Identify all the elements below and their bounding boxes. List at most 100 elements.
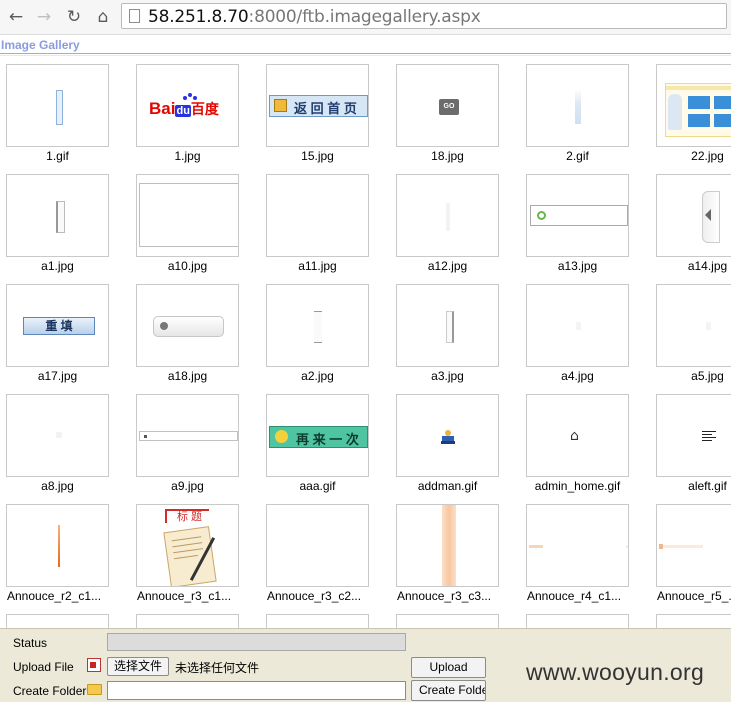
thumbnail[interactable]: 返 回 首 页: [266, 64, 369, 147]
choose-file-button[interactable]: 选择文件: [107, 657, 169, 676]
thumbnail[interactable]: [526, 64, 629, 147]
image-item[interactable]: a10.jpg: [130, 172, 260, 280]
image-item[interactable]: a4.jpg: [520, 282, 650, 390]
image-item[interactable]: a3.jpg: [390, 282, 520, 390]
thumbnail[interactable]: [526, 174, 629, 257]
upload-panel: Status Upload File 选择文件 未选择任何文件 Upload C…: [0, 628, 731, 702]
image-item[interactable]: a9.jpg: [130, 392, 260, 500]
thumbnail[interactable]: [526, 614, 629, 628]
thumbnail[interactable]: [266, 174, 369, 257]
thumbnail[interactable]: [396, 614, 499, 628]
image-item[interactable]: [520, 612, 650, 628]
image-preview: [446, 311, 454, 343]
thumbnail[interactable]: [656, 64, 731, 147]
thumbnail[interactable]: [6, 614, 109, 628]
image-item[interactable]: 1.gif: [0, 62, 130, 170]
thumbnail[interactable]: [136, 394, 239, 477]
thumbnail[interactable]: [136, 284, 239, 367]
thumbnail[interactable]: [6, 174, 109, 257]
thumbnail[interactable]: GO: [396, 64, 499, 147]
thumbnail[interactable]: Baidu百度: [136, 64, 239, 147]
thumbnail[interactable]: [136, 174, 239, 257]
thumbnail[interactable]: [6, 394, 109, 477]
image-item[interactable]: GO 18.jpg: [390, 62, 520, 170]
file-name: 1.gif: [46, 149, 69, 163]
image-preview: [530, 205, 628, 226]
image-item[interactable]: a14.jpg: [650, 172, 731, 280]
image-item[interactable]: Annouce_r5_...: [650, 502, 731, 610]
image-item[interactable]: a11.jpg: [260, 172, 390, 280]
reload-icon[interactable]: ↻: [63, 6, 85, 28]
image-item[interactable]: Annouce_r3_c2...: [260, 502, 390, 610]
upload-button[interactable]: Upload: [411, 657, 486, 678]
thumbnail[interactable]: [656, 394, 731, 477]
image-item[interactable]: 重 填 a17.jpg: [0, 282, 130, 390]
image-item[interactable]: Annouce_r3_c3...: [390, 502, 520, 610]
thumbnail[interactable]: [136, 614, 239, 628]
image-item[interactable]: Annouce_r4_c1...: [520, 502, 650, 610]
image-item[interactable]: addman.gif: [390, 392, 520, 500]
image-item[interactable]: [260, 612, 390, 628]
home-icon[interactable]: ⌂: [92, 6, 114, 28]
file-name: Annouce_r3_c2...: [267, 589, 362, 603]
page-icon: [129, 9, 140, 23]
image-preview: [58, 525, 60, 567]
thumbnail[interactable]: [266, 284, 369, 367]
thumbnail[interactable]: [266, 504, 369, 587]
person-figure: [668, 94, 682, 130]
image-item[interactable]: 2.gif: [520, 62, 650, 170]
thumbnail[interactable]: [526, 284, 629, 367]
forward-icon[interactable]: →: [33, 6, 55, 28]
ad-image: [665, 83, 731, 137]
go-button-image: GO: [439, 99, 459, 115]
align-left-icon: [702, 431, 716, 441]
folder-name-input[interactable]: [107, 681, 406, 700]
thumbnail[interactable]: [6, 64, 109, 147]
thumbnail[interactable]: [656, 504, 731, 587]
image-item[interactable]: ⌂ admin_home.gif: [520, 392, 650, 500]
image-item[interactable]: a1.jpg: [0, 172, 130, 280]
image-item[interactable]: a18.jpg: [130, 282, 260, 390]
image-item[interactable]: 返 回 首 页 15.jpg: [260, 62, 390, 170]
thumbnail[interactable]: [526, 504, 629, 587]
image-item[interactable]: a12.jpg: [390, 172, 520, 280]
thumbnail[interactable]: [656, 284, 731, 367]
image-item[interactable]: [390, 612, 520, 628]
image-item[interactable]: a8.jpg: [0, 392, 130, 500]
baidu-logo-text: Bai: [149, 99, 176, 118]
browser-toolbar: ← → ↻ ⌂ 58.251.8.70:8000/ftb.imagegaller…: [0, 0, 731, 35]
image-item[interactable]: a2.jpg: [260, 282, 390, 390]
image-item[interactable]: a13.jpg: [520, 172, 650, 280]
url-host: 58.251.8.70: [148, 7, 249, 27]
watermark-text: www.wooyun.org: [526, 659, 705, 685]
image-item[interactable]: 标 题 Annouce_r3_c1...: [130, 502, 260, 610]
thumbnail[interactable]: [396, 394, 499, 477]
image-item[interactable]: 再 来 一 次 aaa.gif: [260, 392, 390, 500]
thumbnail[interactable]: [266, 614, 369, 628]
thumbnail[interactable]: [396, 504, 499, 587]
thumbnail[interactable]: [656, 614, 731, 628]
back-icon[interactable]: ←: [5, 6, 27, 28]
image-item[interactable]: a5.jpg: [650, 282, 731, 390]
url-text[interactable]: 58.251.8.70:8000/ftb.imagegallery.aspx: [148, 7, 481, 27]
thumbnail[interactable]: 标 题: [136, 504, 239, 587]
image-item[interactable]: Baidu百度 1.jpg: [130, 62, 260, 170]
image-item[interactable]: 22.jpg: [650, 62, 731, 170]
address-bar[interactable]: 58.251.8.70:8000/ftb.imagegallery.aspx: [121, 3, 727, 29]
thumbnail[interactable]: [6, 504, 109, 587]
again-text: 再 来 一 次: [296, 432, 359, 447]
again-banner: 再 来 一 次: [269, 426, 368, 448]
thumbnail[interactable]: 重 填: [6, 284, 109, 367]
thumbnail[interactable]: [656, 174, 731, 257]
image-item[interactable]: aleft.gif: [650, 392, 731, 500]
image-item[interactable]: [130, 612, 260, 628]
thumbnail[interactable]: 再 来 一 次: [266, 394, 369, 477]
thumbnail[interactable]: [396, 174, 499, 257]
thumbnail[interactable]: [396, 284, 499, 367]
image-item[interactable]: [650, 612, 731, 628]
create-folder-button[interactable]: Create Folder: [411, 680, 486, 701]
thumbnail[interactable]: ⌂: [526, 394, 629, 477]
image-preview: [529, 545, 543, 548]
image-item[interactable]: [0, 612, 130, 628]
image-item[interactable]: Annouce_r2_c1...: [0, 502, 130, 610]
